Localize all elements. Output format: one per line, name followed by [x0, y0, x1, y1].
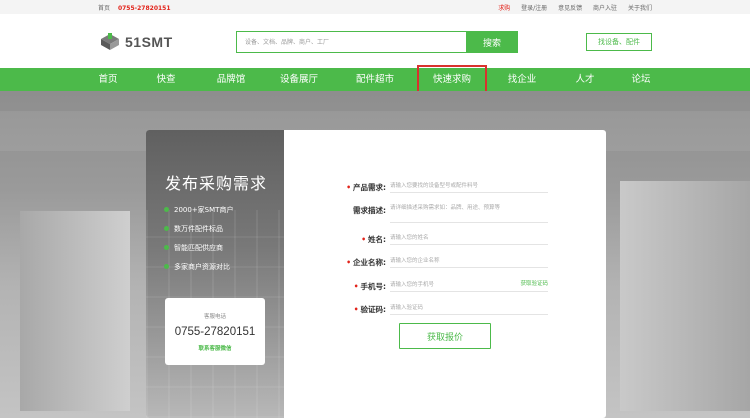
topbar-link-login[interactable]: 登录/注册 — [521, 5, 547, 12]
form-row-phone: • 手机号: — [146, 278, 386, 294]
logo-icon — [101, 33, 119, 50]
search-button[interactable]: 搜索 — [466, 31, 518, 53]
main-nav: 首页 快查 品牌馆 设备展厅 配件超市 快速求购 找企业 人才 论坛 — [0, 68, 750, 91]
nav-item-parts-market[interactable]: 配件超市 — [356, 68, 394, 91]
nav-item-talent[interactable]: 人才 — [575, 68, 594, 91]
product-label: • 产品需求: — [346, 183, 386, 192]
product-field[interactable]: 请输入您要找的设备型号或配件料号 — [390, 177, 548, 193]
description-field[interactable]: 请详细描述采购需求如：品牌、用途、预算等 — [390, 199, 548, 223]
nav-item-quick-check[interactable]: 快查 — [156, 68, 175, 91]
topbar-link-about[interactable]: 关于我们 — [628, 5, 652, 12]
search-input[interactable] — [236, 31, 466, 53]
purchase-request-card: 发布采购需求 2000+家SMT商户 数万件配件标品 智能匹配供应商 多家商户资… — [146, 130, 606, 418]
company-field[interactable]: 请输入您的企业名称 — [390, 252, 548, 268]
company-label: • 企业名称: — [346, 258, 386, 267]
site-header: 51SMT 搜索 找设备、配件 — [0, 14, 750, 68]
topbar-home-link[interactable]: 首页 — [98, 5, 110, 12]
topbar-link-purchase[interactable]: 求购 — [498, 5, 510, 12]
get-quote-button[interactable]: 获取报价 — [399, 323, 491, 349]
service-phone: 0755-27820151 — [174, 326, 256, 338]
nav-item-brands[interactable]: 品牌馆 — [217, 68, 246, 91]
topbar-left: 首页 0755-27820151 — [98, 3, 171, 12]
nav-item-forum[interactable]: 论坛 — [631, 68, 650, 91]
form-row-code: • 验证码: — [146, 301, 386, 317]
topbar-links: 求购 登录/注册 意见反馈 商户入驻 关于我们 — [489, 3, 652, 12]
code-label: • 验证码: — [353, 305, 386, 314]
nav-item-showroom[interactable]: 设备展厅 — [280, 68, 318, 91]
phone-label: • 手机号: — [353, 282, 386, 291]
phone-placeholder: 请输入您的手机号 — [390, 282, 435, 288]
name-label: • 姓名: — [361, 235, 386, 244]
find-equipment-button[interactable]: 找设备、配件 — [586, 33, 652, 51]
phone-field[interactable]: 请输入您的手机号 获取验证码 — [390, 276, 548, 292]
code-field[interactable]: 请输入验证码 — [390, 299, 548, 315]
get-code-button[interactable]: 获取验证码 — [520, 279, 548, 287]
nav-item-find-company[interactable]: 找企业 — [508, 68, 537, 91]
name-field[interactable]: 请输入您的姓名 — [390, 229, 548, 245]
form-row-description: 需求描述: — [146, 202, 386, 218]
topbar-link-feedback[interactable]: 意见反馈 — [558, 5, 582, 12]
nav-item-home[interactable]: 首页 — [98, 68, 117, 91]
form-row-product: • 产品需求: — [146, 179, 386, 195]
form-row-name: • 姓名: — [146, 231, 386, 247]
wechat-contact-link[interactable]: 联系客服微信 — [165, 344, 265, 352]
description-label: 需求描述: — [353, 206, 386, 215]
card-side-panel: 发布采购需求 2000+家SMT商户 数万件配件标品 智能匹配供应商 多家商户资… — [146, 130, 284, 418]
search-bar: 搜索 — [236, 31, 518, 53]
logo-text: 51SMT — [125, 34, 173, 50]
topbar-link-merchant[interactable]: 商户入驻 — [593, 5, 617, 12]
topbar-phone: 0755-27820151 — [117, 5, 171, 12]
form-row-company: • 企业名称: — [146, 254, 386, 270]
top-utility-bar: 首页 0755-27820151 求购 登录/注册 意见反馈 商户入驻 关于我们 — [0, 0, 750, 14]
site-logo[interactable]: 51SMT — [100, 33, 173, 51]
